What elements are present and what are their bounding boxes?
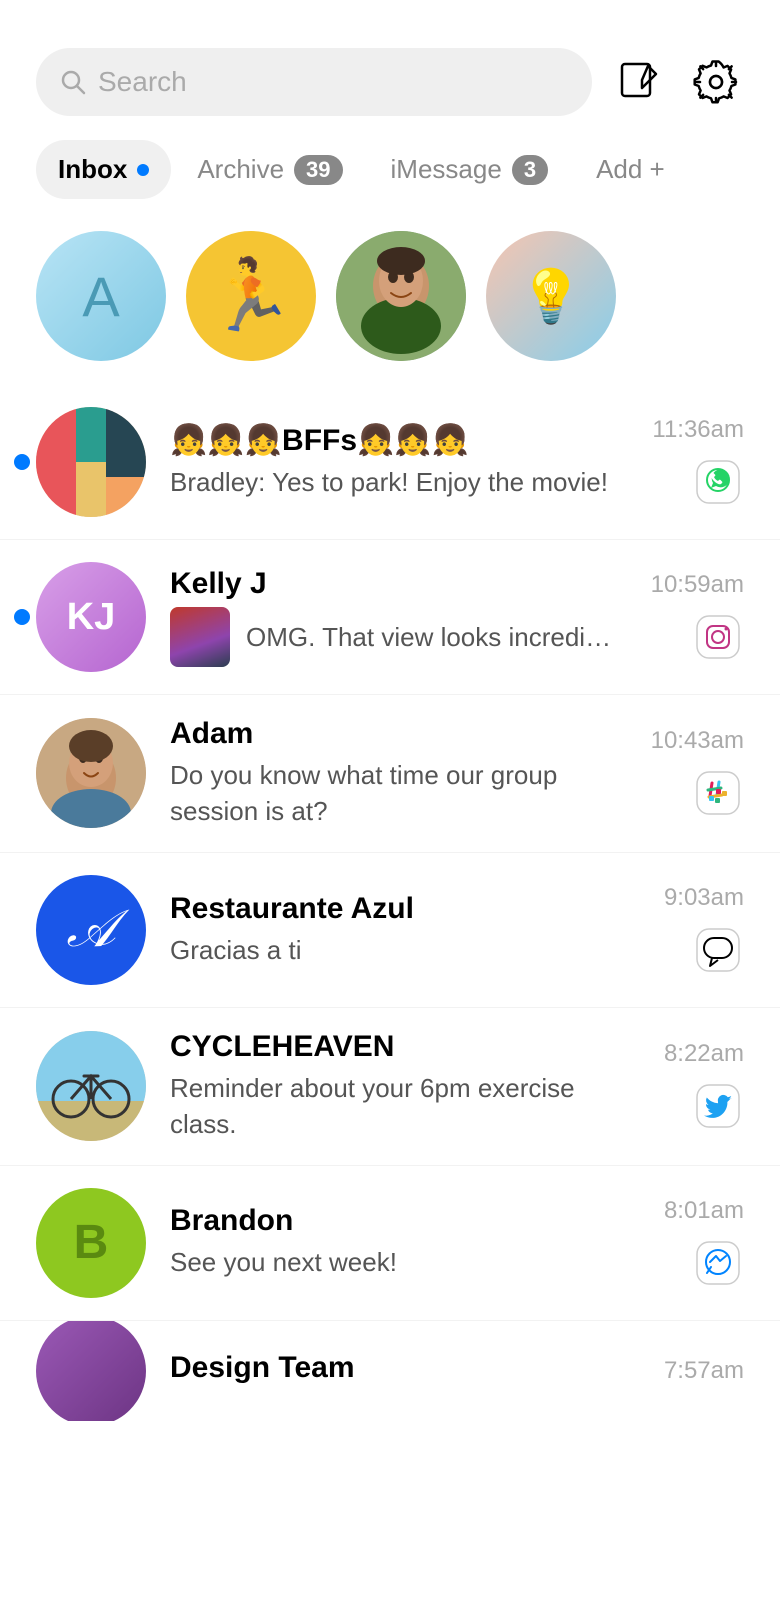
message-list: 👧👧👧BFFs👧👧👧 Bradley: Yes to park! Enjoy t… (0, 385, 780, 1421)
imessage-icon (692, 924, 744, 976)
stories-row: A 🏃 💡 (0, 215, 780, 385)
msg-right-bffs: 11:36am (634, 416, 744, 508)
tab-archive-badge: 39 (294, 155, 342, 185)
msg-preview-brandon: See you next week! (170, 1244, 618, 1280)
msg-right-restaurante: 9:03am (634, 884, 744, 976)
avatar-brandon: B (36, 1188, 146, 1298)
unread-dot-kelly (14, 609, 30, 625)
msg-name-restaurante: Restaurante Azul (170, 892, 618, 926)
msg-time-adam: 10:43am (651, 727, 744, 755)
header: Search (0, 0, 780, 132)
tab-inbox-label: Inbox (58, 154, 127, 185)
message-item-cycleheaven[interactable]: CYCLEHEAVEN Reminder about your 6pm exer… (0, 1008, 780, 1166)
avatar-design (36, 1321, 146, 1421)
msg-right-brandon: 8:01am (634, 1197, 744, 1289)
msg-thumbnail-kelly (170, 607, 230, 667)
msg-preview-bffs: Bradley: Yes to park! Enjoy the movie! (170, 464, 618, 500)
tab-add[interactable]: Add + (574, 140, 687, 199)
msg-preview-adam: Do you know what time our group session … (170, 757, 618, 830)
msg-time-restaurante: 9:03am (664, 884, 744, 912)
message-item-brandon[interactable]: B Brandon See you next week! 8:01am (0, 1166, 780, 1321)
tab-add-label: Add + (596, 154, 665, 185)
msg-time-brandon: 8:01am (664, 1197, 744, 1225)
msg-name-bffs: 👧👧👧BFFs👧👧👧 (170, 423, 618, 458)
msg-right-kelly: 10:59am (634, 571, 744, 663)
message-item-bffs[interactable]: 👧👧👧BFFs👧👧👧 Bradley: Yes to park! Enjoy t… (0, 385, 780, 540)
msg-content-bffs: 👧👧👧BFFs👧👧👧 Bradley: Yes to park! Enjoy t… (170, 423, 618, 500)
whatsapp-icon (692, 456, 744, 508)
story-avatar-light[interactable]: 💡 (486, 231, 616, 361)
unread-dot-bffs (14, 454, 30, 470)
msg-right-design: 7:57am (634, 1357, 744, 1385)
app-container: Search Inbox (0, 0, 780, 1624)
messenger-icon (692, 1237, 744, 1289)
msg-name-adam: Adam (170, 717, 618, 751)
msg-time-kelly: 10:59am (651, 571, 744, 599)
inbox-unread-dot (137, 164, 149, 176)
msg-time-cycleheaven: 8:22am (664, 1040, 744, 1068)
search-placeholder: Search (98, 66, 187, 98)
avatar-restaurante: 𝒜 (36, 875, 146, 985)
msg-name-brandon: Brandon (170, 1204, 618, 1238)
avatar-cycleheaven (36, 1031, 146, 1141)
message-item-restaurante[interactable]: 𝒜 Restaurante Azul Gracias a ti 9:03am (0, 853, 780, 1008)
msg-preview-kelly: OMG. That view looks incredible (246, 619, 618, 655)
msg-preview-restaurante: Gracias a ti (170, 932, 618, 968)
avatar-bffs (36, 407, 146, 517)
tab-archive[interactable]: Archive 39 (175, 140, 364, 199)
msg-content-design: Design Team (170, 1351, 618, 1391)
instagram-icon (692, 611, 744, 663)
story-avatar-a[interactable]: A (36, 231, 166, 361)
header-icons (612, 54, 744, 110)
msg-content-brandon: Brandon See you next week! (170, 1204, 618, 1280)
slack-icon (692, 767, 744, 819)
message-item-kelly[interactable]: KJ Kelly J OMG. That view looks incredib… (0, 540, 780, 695)
msg-name-design: Design Team (170, 1351, 618, 1385)
msg-preview-row-kelly: OMG. That view looks incredible (170, 607, 618, 667)
msg-content-restaurante: Restaurante Azul Gracias a ti (170, 892, 618, 968)
msg-time-design: 7:57am (664, 1357, 744, 1385)
msg-preview-cycleheaven: Reminder about your 6pm exercise class. (170, 1070, 618, 1143)
story-avatar-emoji[interactable]: 🏃 (186, 231, 316, 361)
twitter-icon (692, 1080, 744, 1132)
tab-inbox[interactable]: Inbox (36, 140, 171, 199)
avatar-kelly: KJ (36, 562, 146, 672)
msg-time-bffs: 11:36am (652, 416, 744, 444)
msg-name-kelly: Kelly J (170, 567, 618, 601)
tab-imessage[interactable]: iMessage 3 (369, 140, 571, 199)
msg-right-adam: 10:43am (634, 727, 744, 819)
avatar-adam (36, 718, 146, 828)
message-item-adam[interactable]: Adam Do you know what time our group ses… (0, 695, 780, 853)
message-item-design[interactable]: Design Team 7:57am (0, 1321, 780, 1421)
msg-name-cycleheaven: CYCLEHEAVEN (170, 1030, 618, 1064)
msg-content-cycleheaven: CYCLEHEAVEN Reminder about your 6pm exer… (170, 1030, 618, 1143)
msg-content-kelly: Kelly J OMG. That view looks incredible (170, 567, 618, 667)
story-avatar-woman[interactable] (336, 231, 466, 361)
msg-content-adam: Adam Do you know what time our group ses… (170, 717, 618, 830)
compose-button[interactable] (612, 54, 668, 110)
msg-right-cycleheaven: 8:22am (634, 1040, 744, 1132)
tab-archive-label: Archive (197, 154, 284, 185)
search-bar[interactable]: Search (36, 48, 592, 116)
tabs-bar: Inbox Archive 39 iMessage 3 Add + (0, 132, 780, 215)
search-icon (60, 69, 86, 95)
tab-imessage-badge: 3 (512, 155, 548, 185)
tab-imessage-label: iMessage (391, 154, 502, 185)
settings-button[interactable] (688, 54, 744, 110)
